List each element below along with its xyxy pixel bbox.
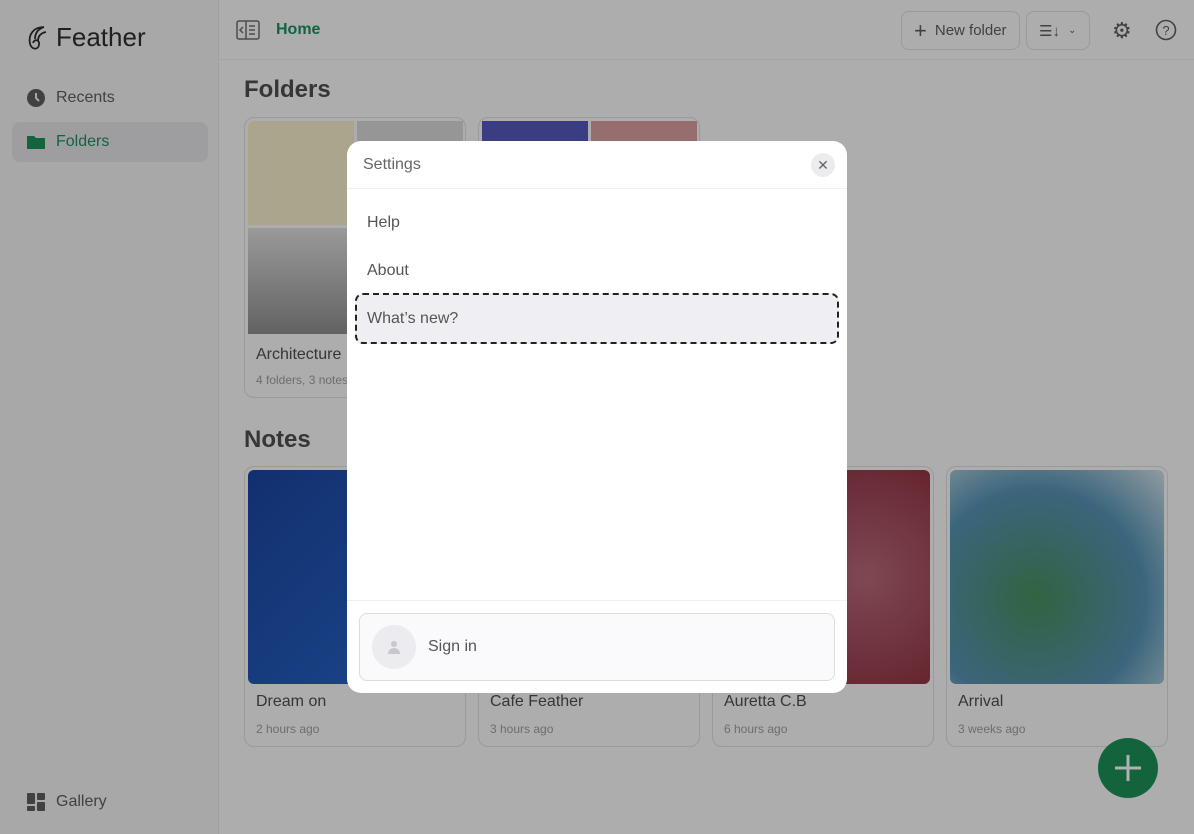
settings-dialog: Settings ✕ Help About What’s new? Sign i… bbox=[347, 141, 847, 693]
user-icon bbox=[388, 641, 400, 654]
sign-in-button[interactable]: Sign in bbox=[359, 613, 835, 681]
sign-in-label: Sign in bbox=[428, 638, 477, 655]
avatar bbox=[372, 625, 416, 669]
dialog-title: Settings bbox=[347, 141, 847, 189]
dialog-footer-divider bbox=[347, 600, 847, 601]
menu-item-whats-new[interactable]: What’s new? bbox=[355, 293, 839, 344]
menu-item-about[interactable]: About bbox=[355, 246, 839, 296]
close-button[interactable]: ✕ bbox=[811, 153, 835, 177]
menu-item-help[interactable]: Help bbox=[355, 198, 839, 248]
close-icon: ✕ bbox=[817, 156, 829, 173]
